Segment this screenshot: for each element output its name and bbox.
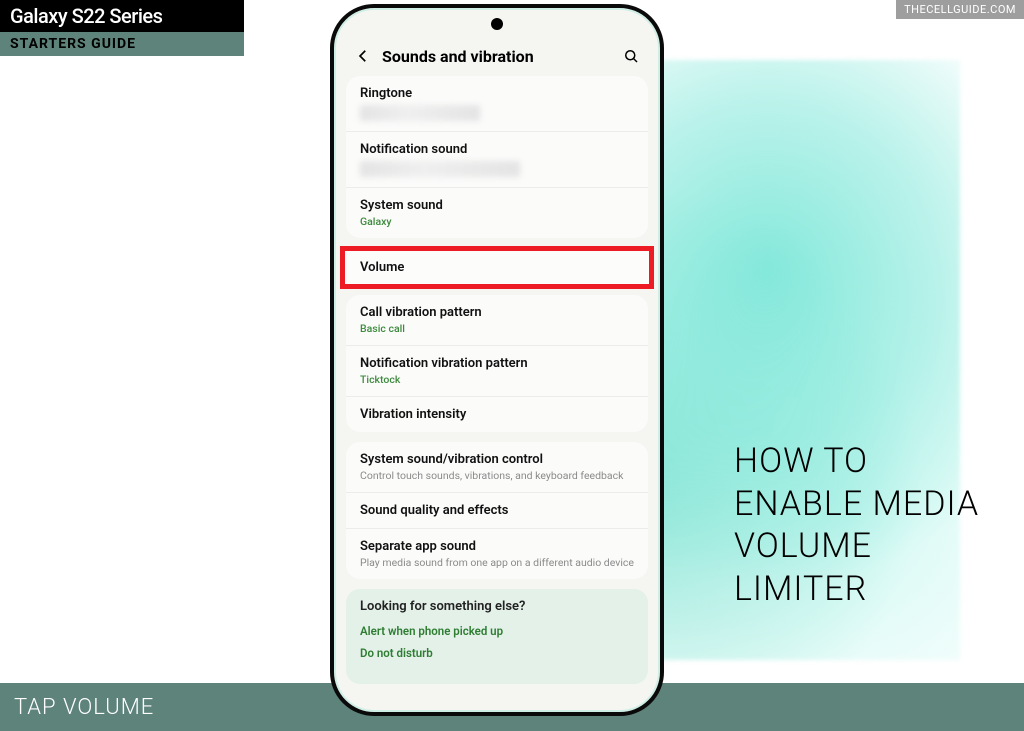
item-label: Volume xyxy=(360,260,634,275)
item-separate-app-sound[interactable]: Separate app sound Play media sound from… xyxy=(346,528,648,579)
item-call-vibration[interactable]: Call vibration pattern Basic call xyxy=(346,295,648,345)
site-watermark: THECELLGUIDE.COM xyxy=(896,0,1024,19)
group-sounds: Ringtone Notification sound System sound… xyxy=(346,76,648,238)
item-system-sound[interactable]: System sound Galaxy xyxy=(346,187,648,238)
redacted-value xyxy=(360,105,480,121)
item-notification-vibration[interactable]: Notification vibration pattern Ticktock xyxy=(346,345,648,396)
item-subtext: Basic call xyxy=(360,322,634,335)
item-subtext: Play media sound from one app on a diffe… xyxy=(360,556,634,569)
item-ringtone[interactable]: Ringtone xyxy=(346,76,648,131)
item-vibration-intensity[interactable]: Vibration intensity xyxy=(346,396,648,432)
item-label: Call vibration pattern xyxy=(360,305,634,320)
settings-list: Ringtone Notification sound System sound… xyxy=(334,76,660,692)
item-label: Ringtone xyxy=(360,86,634,101)
phone-frame: Sounds and vibration Ringtone Notificati… xyxy=(330,4,664,716)
item-label: Notification sound xyxy=(360,142,634,157)
link-alert-picked-up[interactable]: Alert when phone picked up xyxy=(360,624,634,638)
item-sound-quality[interactable]: Sound quality and effects xyxy=(346,492,648,528)
item-label: Separate app sound xyxy=(360,539,634,554)
looking-for-section: Looking for something else? Alert when p… xyxy=(346,589,648,684)
page-title: Sounds and vibration xyxy=(382,47,622,66)
search-icon[interactable] xyxy=(622,47,640,65)
item-label: Sound quality and effects xyxy=(360,503,634,518)
article-headline: HOW TO ENABLE MEDIA VOLUME LIMITER xyxy=(734,440,994,610)
item-volume[interactable]: Volume xyxy=(342,248,652,287)
looking-for-title: Looking for something else? xyxy=(360,599,634,614)
item-system-sound-control[interactable]: System sound/vibration control Control t… xyxy=(346,442,648,492)
phone-screen: Sounds and vibration Ringtone Notificati… xyxy=(334,8,660,712)
series-badge: Galaxy S22 Series STARTERS GUIDE xyxy=(0,0,244,56)
item-subtext: Ticktock xyxy=(360,373,634,386)
item-subtext: Control touch sounds, vibrations, and ke… xyxy=(360,469,634,482)
highlight-volume: Volume xyxy=(342,248,652,287)
back-icon[interactable] xyxy=(354,47,372,65)
link-do-not-disturb[interactable]: Do not disturb xyxy=(360,646,634,660)
group-controls: System sound/vibration control Control t… xyxy=(346,442,648,579)
instruction-text: TAP VOLUME xyxy=(14,695,154,720)
redacted-value xyxy=(360,161,520,177)
item-label: Notification vibration pattern xyxy=(360,356,634,371)
item-label: System sound/vibration control xyxy=(360,452,634,467)
settings-header: Sounds and vibration xyxy=(334,36,660,76)
badge-series-title: Galaxy S22 Series xyxy=(0,0,244,32)
item-subtext: Galaxy xyxy=(360,215,634,228)
badge-subtitle: STARTERS GUIDE xyxy=(0,32,244,56)
item-label: Vibration intensity xyxy=(360,407,634,422)
item-label: System sound xyxy=(360,198,634,213)
item-notification-sound[interactable]: Notification sound xyxy=(346,131,648,187)
group-vibration: Call vibration pattern Basic call Notifi… xyxy=(346,295,648,432)
front-camera xyxy=(491,18,503,30)
